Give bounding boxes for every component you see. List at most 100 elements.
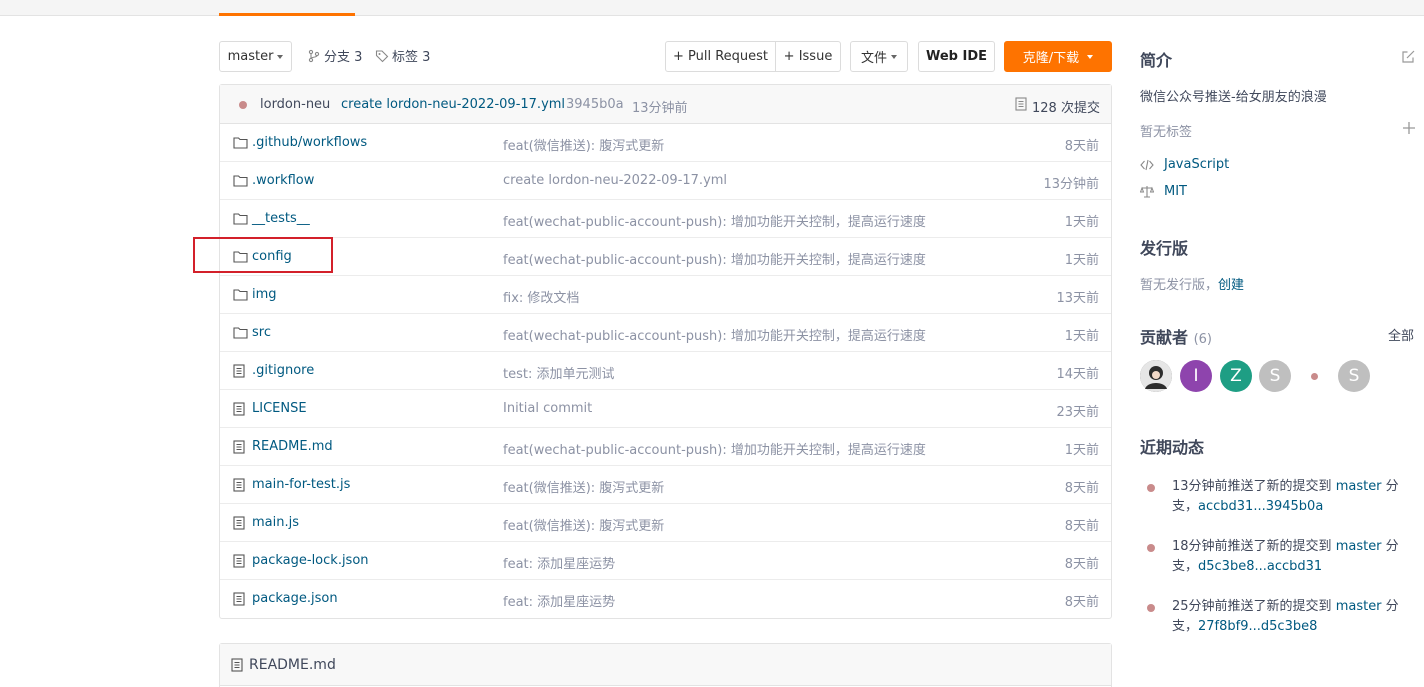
activity-avatar[interactable] bbox=[1147, 544, 1155, 552]
file-name-link[interactable]: src bbox=[252, 325, 271, 340]
activity-text: 25分钟前推送了新的提交到 bbox=[1172, 599, 1336, 614]
table-row[interactable]: config feat(wechat-public-account-push): … bbox=[220, 238, 1111, 276]
chevron-down-icon bbox=[891, 54, 897, 59]
contributor-avatar[interactable] bbox=[1140, 360, 1172, 392]
file-commit-message[interactable]: Initial commit bbox=[503, 401, 592, 416]
chevron-down-icon bbox=[277, 54, 284, 59]
file-icon bbox=[233, 516, 245, 534]
edit-icon[interactable] bbox=[1401, 49, 1416, 64]
commit-count[interactable]: 128 次提交 bbox=[1032, 97, 1100, 116]
code-icon bbox=[1140, 159, 1154, 171]
tags-link[interactable]: 标签 3 bbox=[375, 46, 430, 65]
readme-header: README.md bbox=[220, 644, 1111, 686]
table-row[interactable]: package-lock.json feat: 添加星座运势 8天前 bbox=[220, 542, 1111, 580]
file-commit-message[interactable]: test: 添加单元测试 bbox=[503, 363, 614, 382]
file-commit-time: 1天前 bbox=[1064, 253, 1099, 268]
contributor-avatar[interactable]: S bbox=[1338, 360, 1370, 392]
branches-label: 分支 3 bbox=[324, 50, 363, 65]
file-commit-time: 8天前 bbox=[1064, 519, 1099, 534]
file-name-link[interactable]: img bbox=[252, 287, 277, 302]
table-row[interactable]: main-for-test.js feat(微信推送): 腹泻式更新 8天前 bbox=[220, 466, 1111, 504]
file-name-link[interactable]: LICENSE bbox=[252, 401, 307, 416]
file-commit-message[interactable]: feat(微信推送): 腹泻式更新 bbox=[503, 477, 664, 496]
activity-range-link[interactable]: accbd31...3945b0a bbox=[1198, 499, 1323, 514]
commit-author[interactable]: lordon-neu bbox=[260, 97, 330, 112]
file-commit-message[interactable]: feat: 添加星座运势 bbox=[503, 591, 615, 610]
activity-branch-link[interactable]: master bbox=[1336, 599, 1382, 614]
user-photo-icon bbox=[1140, 360, 1172, 392]
activity-branch-link[interactable]: master bbox=[1336, 539, 1382, 554]
folder-icon bbox=[233, 174, 248, 191]
clone-download-label: 克隆/下载 bbox=[1022, 51, 1080, 66]
table-row[interactable]: .gitignore test: 添加单元测试 14天前 bbox=[220, 352, 1111, 390]
highlight-box bbox=[193, 237, 333, 273]
file-name-link[interactable]: main.js bbox=[252, 515, 299, 530]
branches-link[interactable]: 分支 3 bbox=[307, 46, 362, 65]
files-dropdown-label: 文件 bbox=[860, 51, 887, 66]
file-icon bbox=[233, 364, 245, 382]
contributor-avatar[interactable]: S bbox=[1259, 360, 1291, 392]
activity-range-link[interactable]: d5c3be8...accbd31 bbox=[1198, 559, 1322, 574]
file-commit-message[interactable]: feat(wechat-public-account-push): 增加功能开关… bbox=[503, 211, 926, 230]
file-name-link[interactable]: main-for-test.js bbox=[252, 477, 350, 492]
table-row[interactable]: README.md feat(wechat-public-account-push… bbox=[220, 428, 1111, 466]
table-row[interactable]: .workflow create lordon-neu-2022-09-17.ym… bbox=[220, 162, 1111, 200]
activity-avatar[interactable] bbox=[1147, 604, 1155, 612]
contributor-avatar[interactable]: I bbox=[1180, 360, 1212, 392]
activity-range-link[interactable]: 27f8bf9...d5c3be8 bbox=[1198, 619, 1317, 634]
table-row[interactable]: src feat(wechat-public-account-push): 增加功… bbox=[220, 314, 1111, 352]
folder-icon bbox=[233, 212, 248, 229]
license-link[interactable]: MIT bbox=[1164, 184, 1187, 199]
activity-avatar[interactable] bbox=[1147, 484, 1155, 492]
file-icon bbox=[233, 440, 245, 458]
add-tag-icon[interactable] bbox=[1402, 121, 1416, 135]
author-avatar[interactable] bbox=[239, 101, 247, 109]
issue-button[interactable]: + Issue bbox=[775, 41, 841, 72]
file-commit-message[interactable]: feat: 添加星座运势 bbox=[503, 553, 615, 572]
activity-branch-link[interactable]: master bbox=[1336, 479, 1382, 494]
file-name-link[interactable]: .github/workflows bbox=[252, 135, 367, 150]
commit-hash[interactable]: 3945b0a bbox=[566, 97, 624, 112]
file-commit-message[interactable]: create lordon-neu-2022-09-17.yml bbox=[503, 173, 727, 188]
contributor-avatar[interactable] bbox=[1298, 360, 1330, 392]
tag-icon bbox=[375, 49, 389, 62]
activity-item: 18分钟前推送了新的提交到 master 分支，d5c3be8...accbd3… bbox=[1172, 537, 1417, 577]
language-link[interactable]: JavaScript bbox=[1164, 157, 1229, 172]
commit-message[interactable]: create lordon-neu-2022-09-17.yml bbox=[341, 97, 565, 112]
activity-title: 近期动态 bbox=[1140, 438, 1205, 457]
contributor-avatar[interactable]: Z bbox=[1220, 360, 1252, 392]
table-row[interactable]: __tests__ feat(wechat-public-account-push… bbox=[220, 200, 1111, 238]
contributors-count: (6) bbox=[1193, 332, 1213, 347]
table-row[interactable]: package.json feat: 添加星座运势 8天前 bbox=[220, 580, 1111, 618]
file-commit-time: 1天前 bbox=[1064, 215, 1099, 230]
file-icon bbox=[233, 402, 245, 420]
file-commit-message[interactable]: feat(wechat-public-account-push): 增加功能开关… bbox=[503, 325, 926, 344]
file-commit-message[interactable]: feat(微信推送): 腹泻式更新 bbox=[503, 135, 664, 154]
latest-commit-bar: lordon-neu create lordon-neu-2022-09-17.… bbox=[220, 85, 1111, 124]
all-contributors-link[interactable]: 全部 bbox=[1388, 325, 1414, 344]
file-name-link[interactable]: __tests__ bbox=[252, 211, 310, 226]
file-name-link[interactable]: .gitignore bbox=[252, 363, 314, 378]
top-nav-bar bbox=[0, 0, 1424, 16]
branch-select[interactable]: master bbox=[219, 41, 292, 72]
activity-item: 25分钟前推送了新的提交到 master 分支，27f8bf9...d5c3be… bbox=[1172, 597, 1417, 637]
pull-request-button[interactable]: + Pull Request bbox=[665, 41, 776, 72]
file-name-link[interactable]: package-lock.json bbox=[252, 553, 369, 568]
clone-download-button[interactable]: 克隆/下载 bbox=[1004, 41, 1112, 72]
table-row[interactable]: .github/workflows feat(微信推送): 腹泻式更新 8天前 bbox=[220, 124, 1111, 162]
intro-title: 简介 bbox=[1140, 51, 1173, 70]
file-commit-time: 8天前 bbox=[1064, 481, 1099, 496]
table-row[interactable]: img fix: 修改文档 13天前 bbox=[220, 276, 1111, 314]
file-commit-message[interactable]: feat(wechat-public-account-push): 增加功能开关… bbox=[503, 439, 926, 458]
files-dropdown[interactable]: 文件 bbox=[850, 41, 908, 72]
file-commit-message[interactable]: fix: 修改文档 bbox=[503, 287, 579, 306]
file-commit-message[interactable]: feat(微信推送): 腹泻式更新 bbox=[503, 515, 664, 534]
web-ide-button[interactable]: Web IDE bbox=[918, 41, 995, 72]
file-commit-message[interactable]: feat(wechat-public-account-push): 增加功能开关… bbox=[503, 249, 926, 268]
file-name-link[interactable]: .workflow bbox=[252, 173, 314, 188]
file-name-link[interactable]: package.json bbox=[252, 591, 338, 606]
create-release-link[interactable]: 创建 bbox=[1218, 278, 1244, 293]
table-row[interactable]: main.js feat(微信推送): 腹泻式更新 8天前 bbox=[220, 504, 1111, 542]
table-row[interactable]: LICENSE Initial commit 23天前 bbox=[220, 390, 1111, 428]
file-name-link[interactable]: README.md bbox=[252, 439, 333, 454]
